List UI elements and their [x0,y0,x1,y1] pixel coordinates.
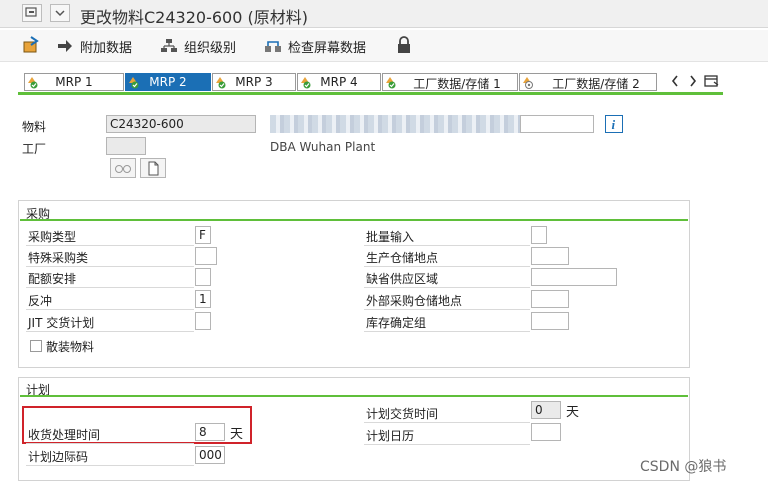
quota-arrangement-label: 配额安排 [26,269,194,288]
check-icon [264,38,282,54]
tab-list-icon[interactable] [704,73,720,92]
batch-entry-field[interactable] [531,226,547,244]
ext-procurement-storage-field[interactable] [531,290,569,308]
planning-underline [20,395,688,397]
material-field[interactable]: C24320-600 [106,115,256,133]
bulk-material-checkbox[interactable] [30,340,42,352]
org-hierarchy-icon [160,38,178,54]
jit-schedule-label: JIT 交货计划 [26,313,194,332]
procurement-type-field[interactable]: F [195,226,211,244]
additional-data-button[interactable]: 附加数据 [56,37,133,56]
tab-mrp2[interactable]: MRP 2 [125,73,211,91]
prod-storage-location-label: 生产仓储地点 [364,248,530,267]
planning-calendar-field[interactable] [531,423,561,441]
tab-label: 工厂数据/存储 2 [552,77,640,91]
planned-delivery-unit: 天 [566,405,580,420]
backflush-field[interactable]: 1 [195,290,211,308]
gr-processing-time-field[interactable]: 8 [195,423,225,441]
planning-calendar-label: 计划日历 [364,426,530,445]
tab-label: 工厂数据/存储 1 [413,77,501,91]
special-procurement-field[interactable] [195,247,217,265]
prod-storage-location-field[interactable] [531,247,569,265]
check-screen-data-label: 检查屏幕数据 [288,40,367,56]
planned-delivery-time-label: 计划交货时间 [364,404,530,423]
special-procurement-label: 特殊采购类 [26,248,194,267]
tab-label: MRP 1 [55,75,93,89]
procurement-underline [20,219,688,221]
material-label: 物料 [22,120,47,134]
svg-text:i: i [612,117,616,132]
bulk-material-label: 散装物料 [46,340,95,354]
dropdown-chevron-icon[interactable] [50,4,70,22]
lock-icon[interactable] [396,36,412,57]
tab-plant-storage-1[interactable]: 工厂数据/存储 1 [382,73,518,91]
tab-status-icon [522,75,536,92]
document-icon[interactable] [140,158,166,178]
material-description-field[interactable] [520,115,594,133]
sched-margin-key-label: 计划边际码 [26,447,194,466]
stock-determination-group-label: 库存确定组 [364,313,530,332]
quota-arrangement-field[interactable] [195,268,211,286]
tab-mrp3[interactable]: MRP 3 [212,73,296,91]
jit-schedule-field[interactable] [195,312,211,330]
tab-label: MRP 2 [149,75,187,89]
default-supply-area-label: 缺省供应区域 [364,269,530,288]
arrow-right-icon [56,38,74,54]
sched-margin-key-field[interactable]: 000 [195,446,225,464]
tab-mrp1[interactable]: MRP 1 [24,73,124,91]
tab-label: MRP 3 [235,75,273,89]
menu-icon[interactable] [22,4,42,22]
backflush-label: 反冲 [26,291,194,310]
ext-procurement-storage-label: 外部采购仓储地点 [364,291,530,310]
tab-underline [18,92,723,95]
views-icon[interactable] [22,36,40,57]
plant-label: 工厂 [22,142,47,156]
planned-delivery-time-field[interactable]: 0 [531,401,561,419]
org-levels-label: 组织级别 [184,40,237,56]
gr-processing-time-label: 收货处理时间 [26,425,194,444]
stock-determination-group-field[interactable] [531,312,569,330]
display-glasses-icon[interactable] [110,158,136,178]
additional-data-label: 附加数据 [80,40,133,56]
gr-time-unit: 天 [230,427,244,442]
procurement-type-label: 采购类型 [26,227,194,246]
tab-plant-storage-2[interactable]: 工厂数据/存储 2 [519,73,657,91]
batch-entry-label: 批量输入 [364,227,530,246]
org-levels-button[interactable]: 组织级别 [160,37,237,56]
watermark-text: CSDN @狼书 [640,459,727,475]
window-title: 更改物料C24320-600 (原材料) [80,8,308,27]
default-supply-area-field[interactable] [531,268,617,286]
tab-next-icon[interactable] [688,73,698,92]
tab-mrp4[interactable]: MRP 4 [297,73,381,91]
plant-field[interactable] [106,137,146,155]
plant-description: DBA Wuhan Plant [270,140,376,154]
info-icon[interactable]: i [605,115,623,133]
tab-label: MRP 4 [320,75,358,89]
material-description-blurred [270,115,520,133]
check-screen-data-button[interactable]: 检查屏幕数据 [264,37,367,56]
tab-prev-icon[interactable] [670,73,680,92]
